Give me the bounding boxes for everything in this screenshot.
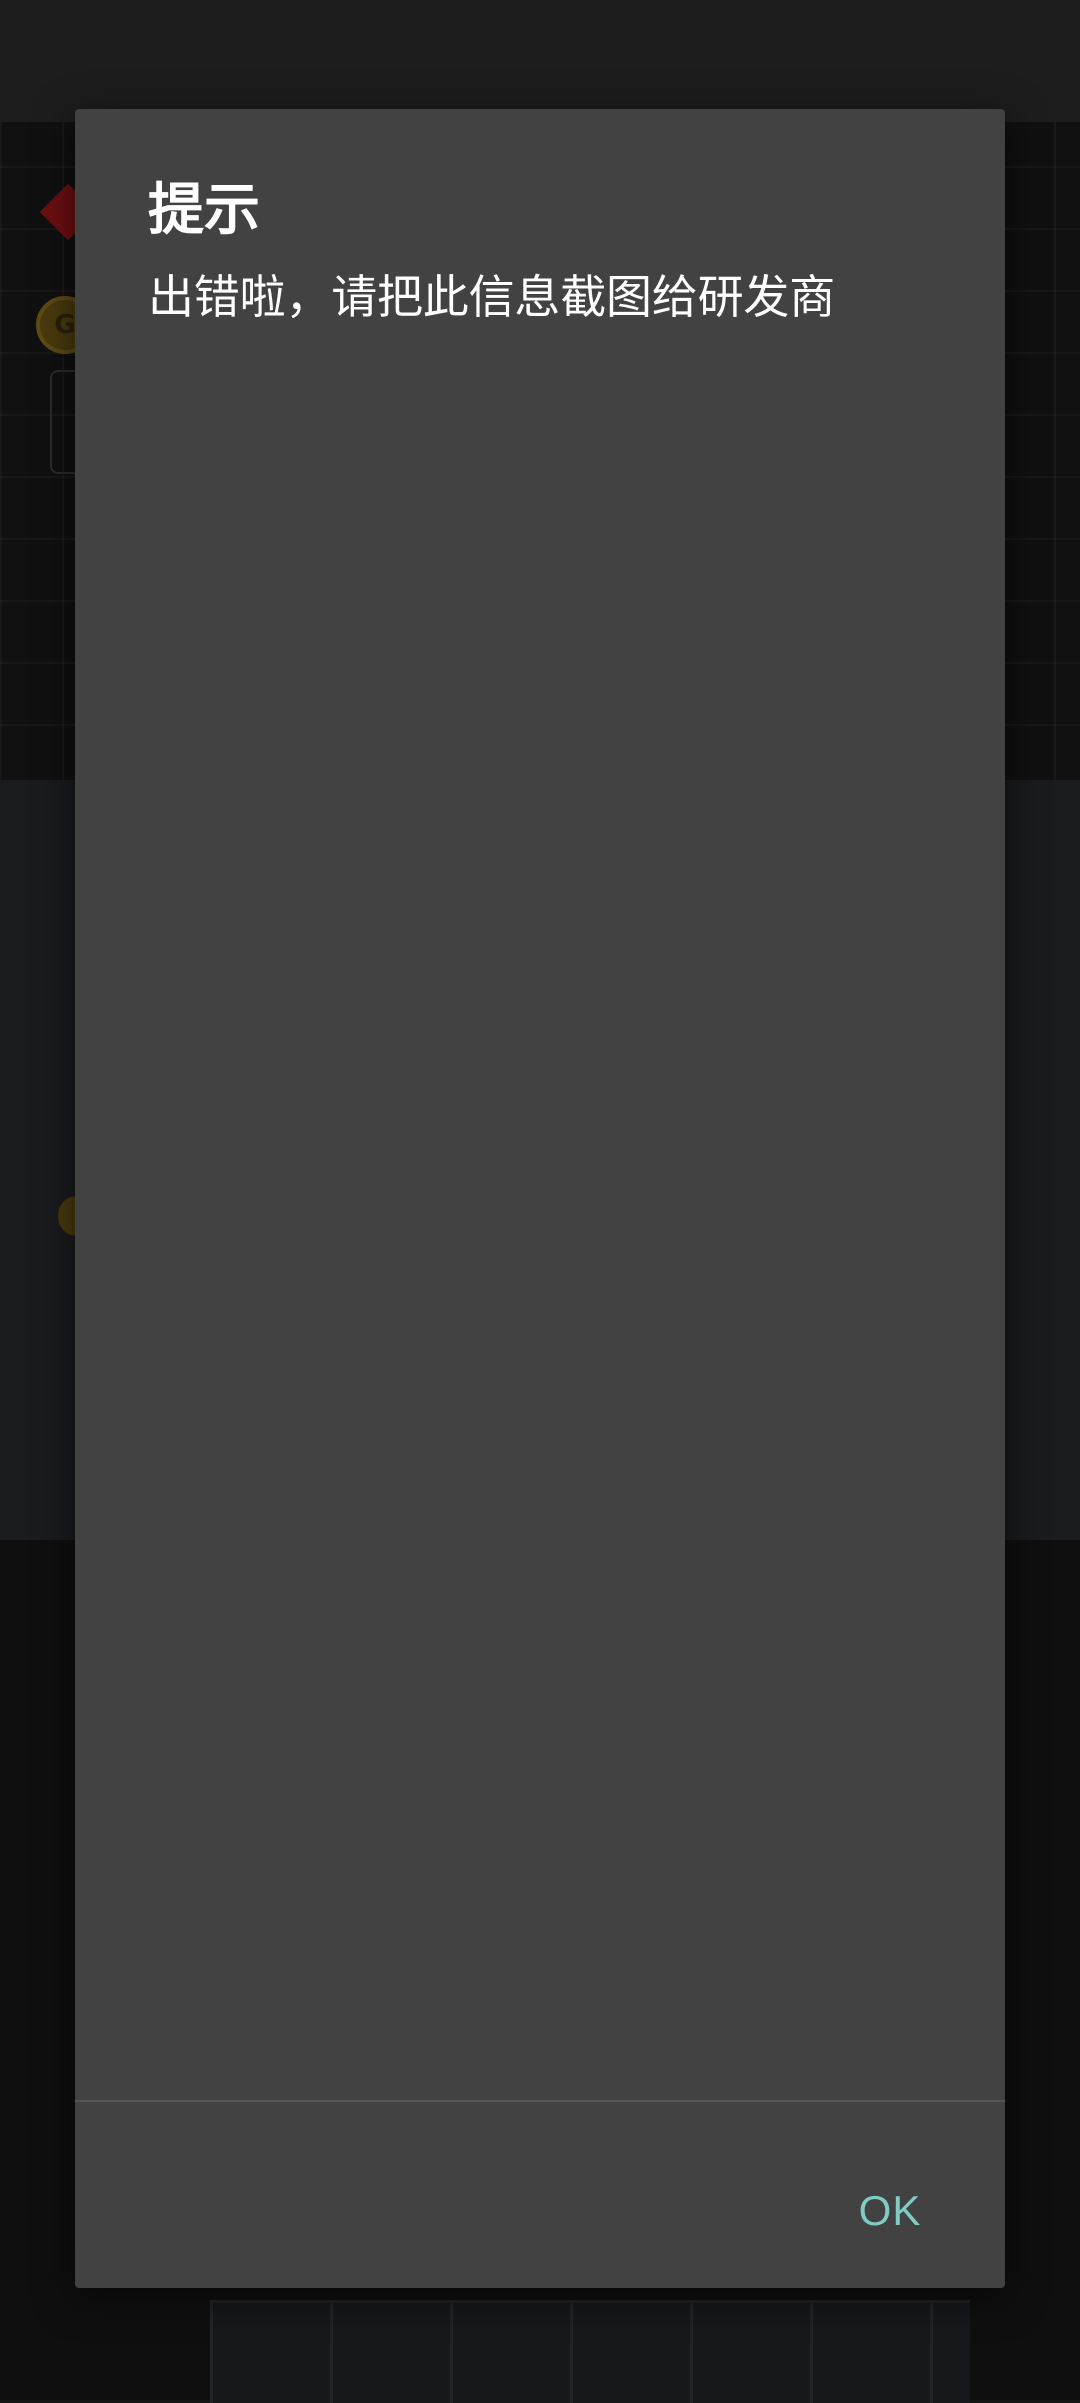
game-door <box>210 2300 970 2403</box>
error-dialog: 提示 出错啦，请把此信息截图给研发商 TypeError: Cannot rea… <box>75 109 1005 2288</box>
error-message-text: 出错啦，请把此信息截图给研发商 TypeError: Cannot read p… <box>148 271 871 2109</box>
dialog-divider <box>75 2100 1005 2102</box>
ok-button[interactable]: OK <box>815 2171 965 2251</box>
dialog-title: 提示 <box>148 178 260 243</box>
game-top-bar <box>0 0 1080 122</box>
dialog-message-scroll[interactable]: 出错啦，请把此信息截图给研发商 TypeError: Cannot read p… <box>148 269 948 2109</box>
